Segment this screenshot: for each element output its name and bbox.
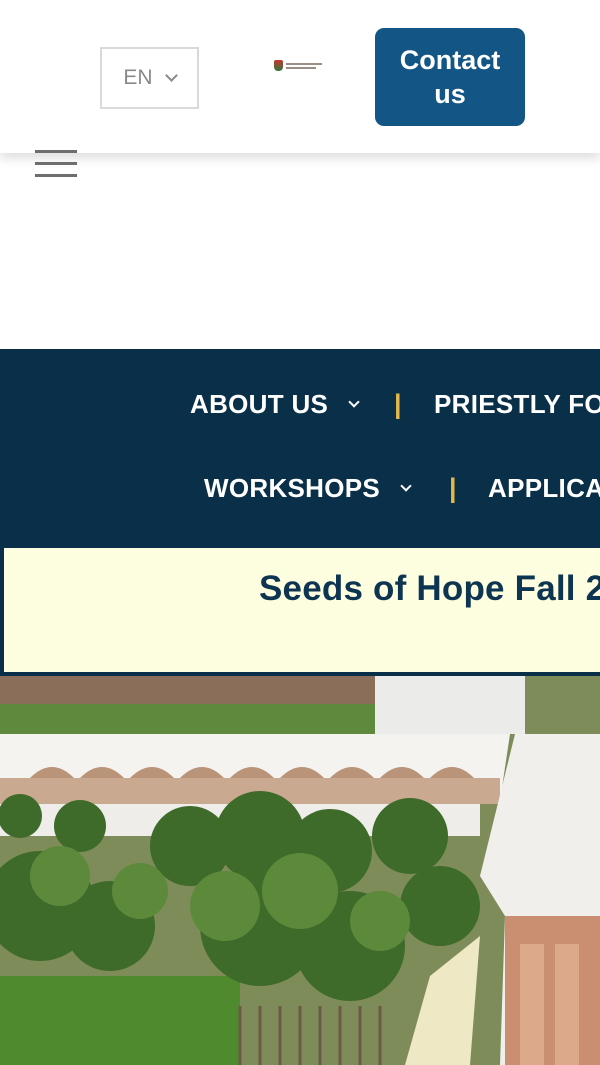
nav-item-workshops[interactable]: WORKSHOPS (204, 473, 412, 504)
site-logo[interactable] (274, 59, 324, 72)
nav-item-priestly-formation[interactable]: PRIESTLY FOR (434, 389, 600, 420)
campus-aerial-illustration (0, 676, 600, 1065)
nav-item-about-us[interactable]: ABOUT US (190, 389, 360, 420)
banner-title: Seeds of Hope Fall 20 (259, 569, 600, 608)
contact-us-button[interactable]: Contact us (375, 28, 525, 126)
main-navigation: ABOUT US | PRIESTLY FOR WORKSHOPS | APPL… (0, 349, 600, 546)
nav-separator: | (394, 389, 402, 419)
chevron-down-icon (164, 68, 178, 82)
logo-wordmark (286, 62, 322, 69)
language-select[interactable]: EN (100, 47, 199, 109)
nav-separator: | (449, 473, 457, 503)
announcement-banner[interactable]: Seeds of Hope Fall 20 (0, 544, 600, 676)
nav-item-label: PRIESTLY FOR (434, 389, 600, 419)
nav-item-label: WORKSHOPS (204, 473, 381, 503)
menu-icon[interactable] (35, 150, 77, 178)
nav-item-label: APPLICA (488, 473, 600, 503)
campus-aerial-image (0, 676, 600, 1065)
logo-mark-icon (274, 60, 283, 71)
nav-item-applications[interactable]: APPLICA (488, 473, 600, 504)
language-value: EN (123, 66, 153, 89)
chevron-down-icon (348, 395, 360, 408)
site-header: EN Contact us (0, 0, 600, 153)
chevron-down-icon (400, 479, 412, 492)
nav-item-label: ABOUT US (190, 389, 329, 419)
